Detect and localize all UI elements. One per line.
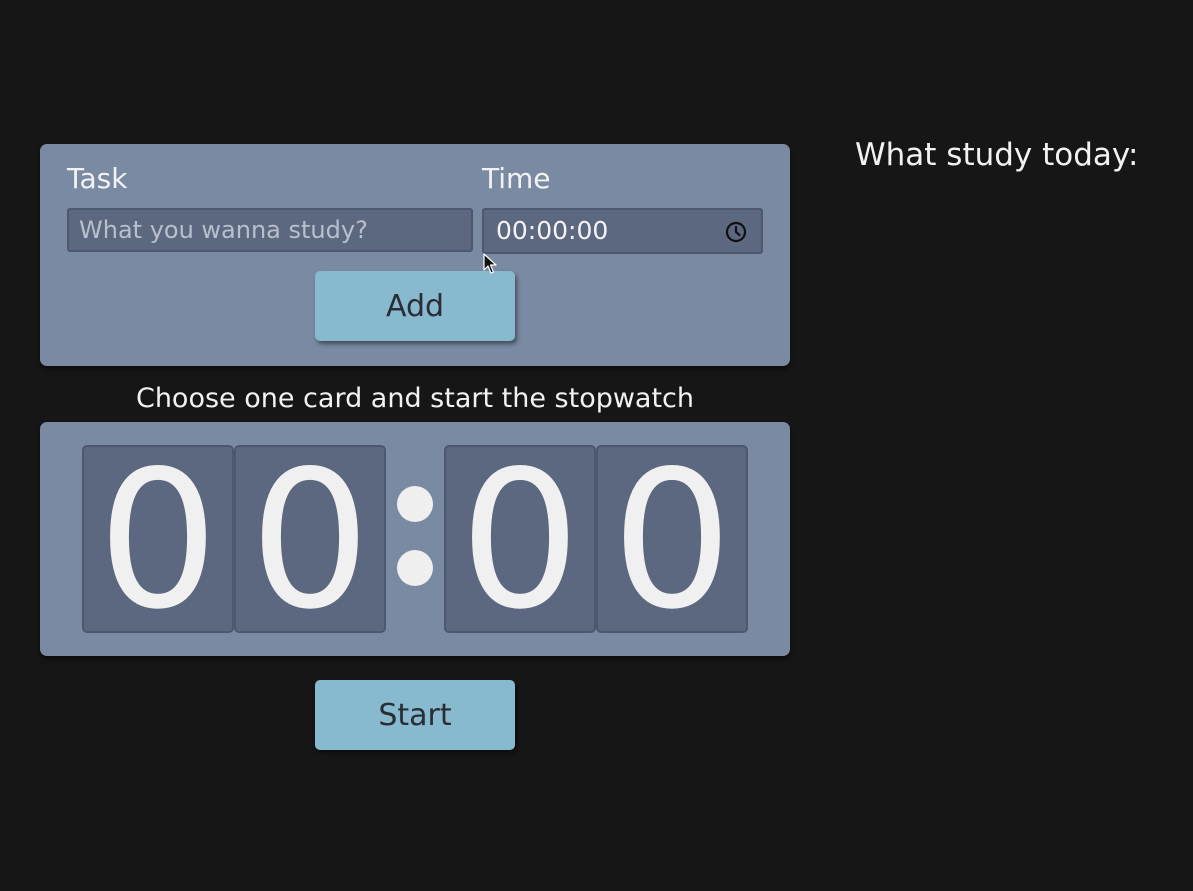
time-input[interactable]: 00:00:00	[482, 208, 763, 254]
task-label: Task	[67, 162, 128, 195]
clock-icon[interactable]	[725, 221, 747, 243]
colon-dot-bottom	[397, 550, 433, 586]
add-task-form: Task Time 00:00:00 Add	[40, 144, 790, 366]
stopwatch-display: 0 0 0 0	[40, 422, 790, 656]
study-list-title: What study today:	[855, 137, 1139, 173]
time-value: 00:00:00	[496, 216, 609, 245]
task-input[interactable]	[67, 208, 473, 252]
mouse-cursor-icon	[483, 253, 497, 274]
seconds-tens-digit: 0	[444, 445, 596, 633]
start-button[interactable]: Start	[315, 680, 515, 750]
colon-dot-top	[397, 486, 433, 522]
add-button[interactable]: Add	[315, 271, 515, 341]
minutes-tens-digit: 0	[82, 445, 234, 633]
stopwatch-instruction: Choose one card and start the stopwatch	[135, 383, 695, 414]
minutes-ones-digit: 0	[234, 445, 386, 633]
time-label: Time	[482, 162, 551, 195]
seconds-ones-digit: 0	[596, 445, 748, 633]
